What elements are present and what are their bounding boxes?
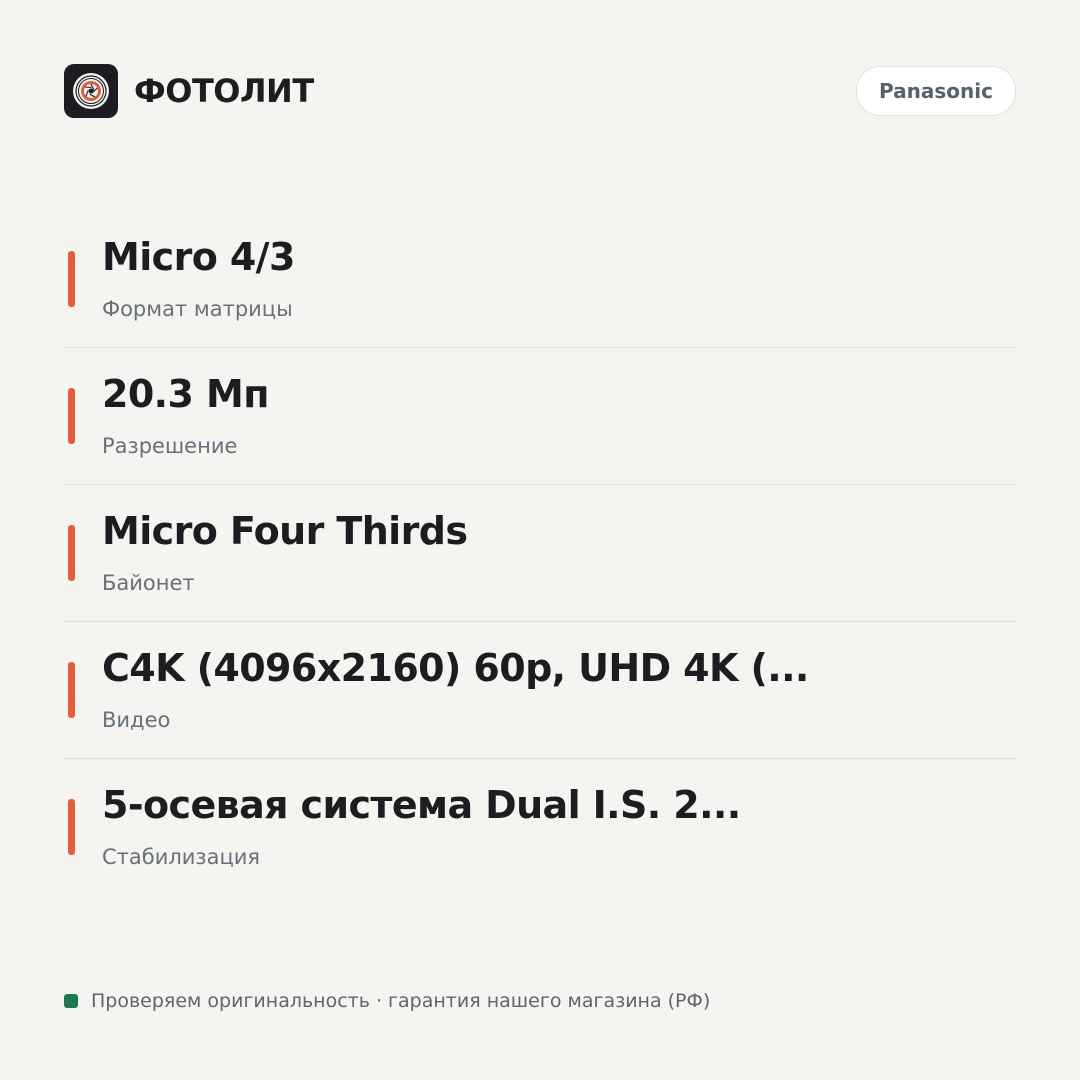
- spec-value: C4K (4096x2160) 60p, UHD 4K (...: [102, 646, 809, 690]
- brand-badge[interactable]: Panasonic: [856, 66, 1016, 116]
- accent-bar: [68, 799, 75, 855]
- brand[interactable]: ФОТОЛИТ: [64, 64, 314, 118]
- spec-value: Micro Four Thirds: [102, 509, 468, 553]
- spec-label: Видео: [102, 708, 171, 732]
- spec-value: Micro 4/3: [102, 235, 295, 279]
- accent-bar: [68, 662, 75, 718]
- spec-item: C4K (4096x2160) 60p, UHD 4K (... Видео: [64, 622, 1016, 759]
- spec-item: 20.3 Мп Разрешение: [64, 348, 1016, 485]
- accent-bar: [68, 251, 75, 307]
- accent-bar: [68, 388, 75, 444]
- spec-label: Разрешение: [102, 434, 238, 458]
- spec-item: Micro 4/3 Формат матрицы: [64, 211, 1016, 348]
- footer-text: Проверяем оригинальность · гарантия наше…: [91, 990, 711, 1012]
- status-indicator-icon: [64, 994, 78, 1008]
- camera-lens-logo-icon: [64, 64, 118, 118]
- spec-label: Байонет: [102, 571, 195, 595]
- brand-name: ФОТОЛИТ: [134, 72, 314, 110]
- footer: Проверяем оригинальность · гарантия наше…: [64, 990, 710, 1012]
- spec-label: Формат матрицы: [102, 297, 293, 321]
- spec-item: 5-осевая система Dual I.S. 2... Стабилиз…: [64, 759, 1016, 895]
- spec-item: Micro Four Thirds Байонет: [64, 485, 1016, 622]
- spec-label: Стабилизация: [102, 845, 261, 869]
- spec-value: 20.3 Мп: [102, 372, 269, 416]
- spec-list: Micro 4/3 Формат матрицы 20.3 Мп Разреше…: [64, 211, 1016, 895]
- header: ФОТОЛИТ Panasonic: [64, 64, 1016, 118]
- accent-bar: [68, 525, 75, 581]
- spec-value: 5-осевая система Dual I.S. 2...: [102, 783, 741, 827]
